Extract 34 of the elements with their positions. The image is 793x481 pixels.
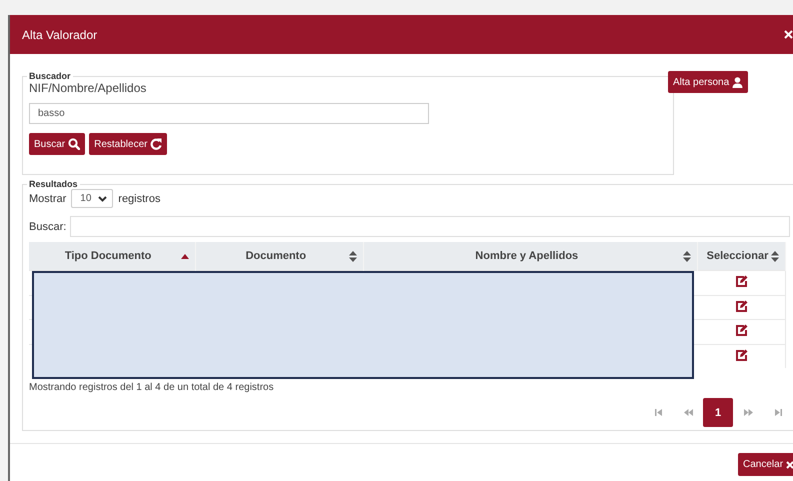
column-header[interactable]: Nombre y Apellidos [364,242,698,270]
filter-input-field[interactable] [70,216,790,237]
close-icon[interactable] [784,30,793,39]
edit-icon[interactable] [734,348,748,361]
sort-icon[interactable] [771,250,779,262]
section-legend: Buscador [27,71,73,81]
edit-icon[interactable] [734,275,748,288]
chevron-down-icon [98,196,108,202]
person-icon [732,76,744,88]
refresh-icon [150,138,162,150]
sort-icon[interactable] [683,250,692,262]
search-button[interactable]: Buscar [29,133,86,155]
filter-label: Buscar: [29,220,66,232]
field-label: NIF/Nombre/Apellidos [29,81,148,95]
edit-icon[interactable] [734,300,748,312]
close-icon [786,460,793,468]
column-header[interactable]: Documento [196,242,364,270]
records-label: registros [118,192,160,204]
page-size-select[interactable]: 10 [71,189,114,208]
sort-icon[interactable] [349,250,358,262]
records-info: Mostrando registros del 1 al 4 de un total de 4 registros [29,382,275,393]
cancel-button[interactable]: Cancelar [738,453,793,476]
sort-ascending-icon[interactable] [181,254,190,258]
edit-icon[interactable] [734,324,748,336]
show-label: Mostrar [29,192,66,204]
search-input-field[interactable]: basso [29,103,429,124]
column-header[interactable]: Seleccionar [698,242,786,270]
search-icon [68,138,80,150]
reset-button[interactable]: Restablecer [89,133,168,155]
column-header[interactable]: Tipo Documento [29,242,196,270]
window-title: Alta Valorador [22,28,98,42]
page-button[interactable]: 1 [703,398,733,427]
section-legend: Resultados [27,179,80,189]
add-person-button[interactable]: Alta persona [668,71,748,93]
